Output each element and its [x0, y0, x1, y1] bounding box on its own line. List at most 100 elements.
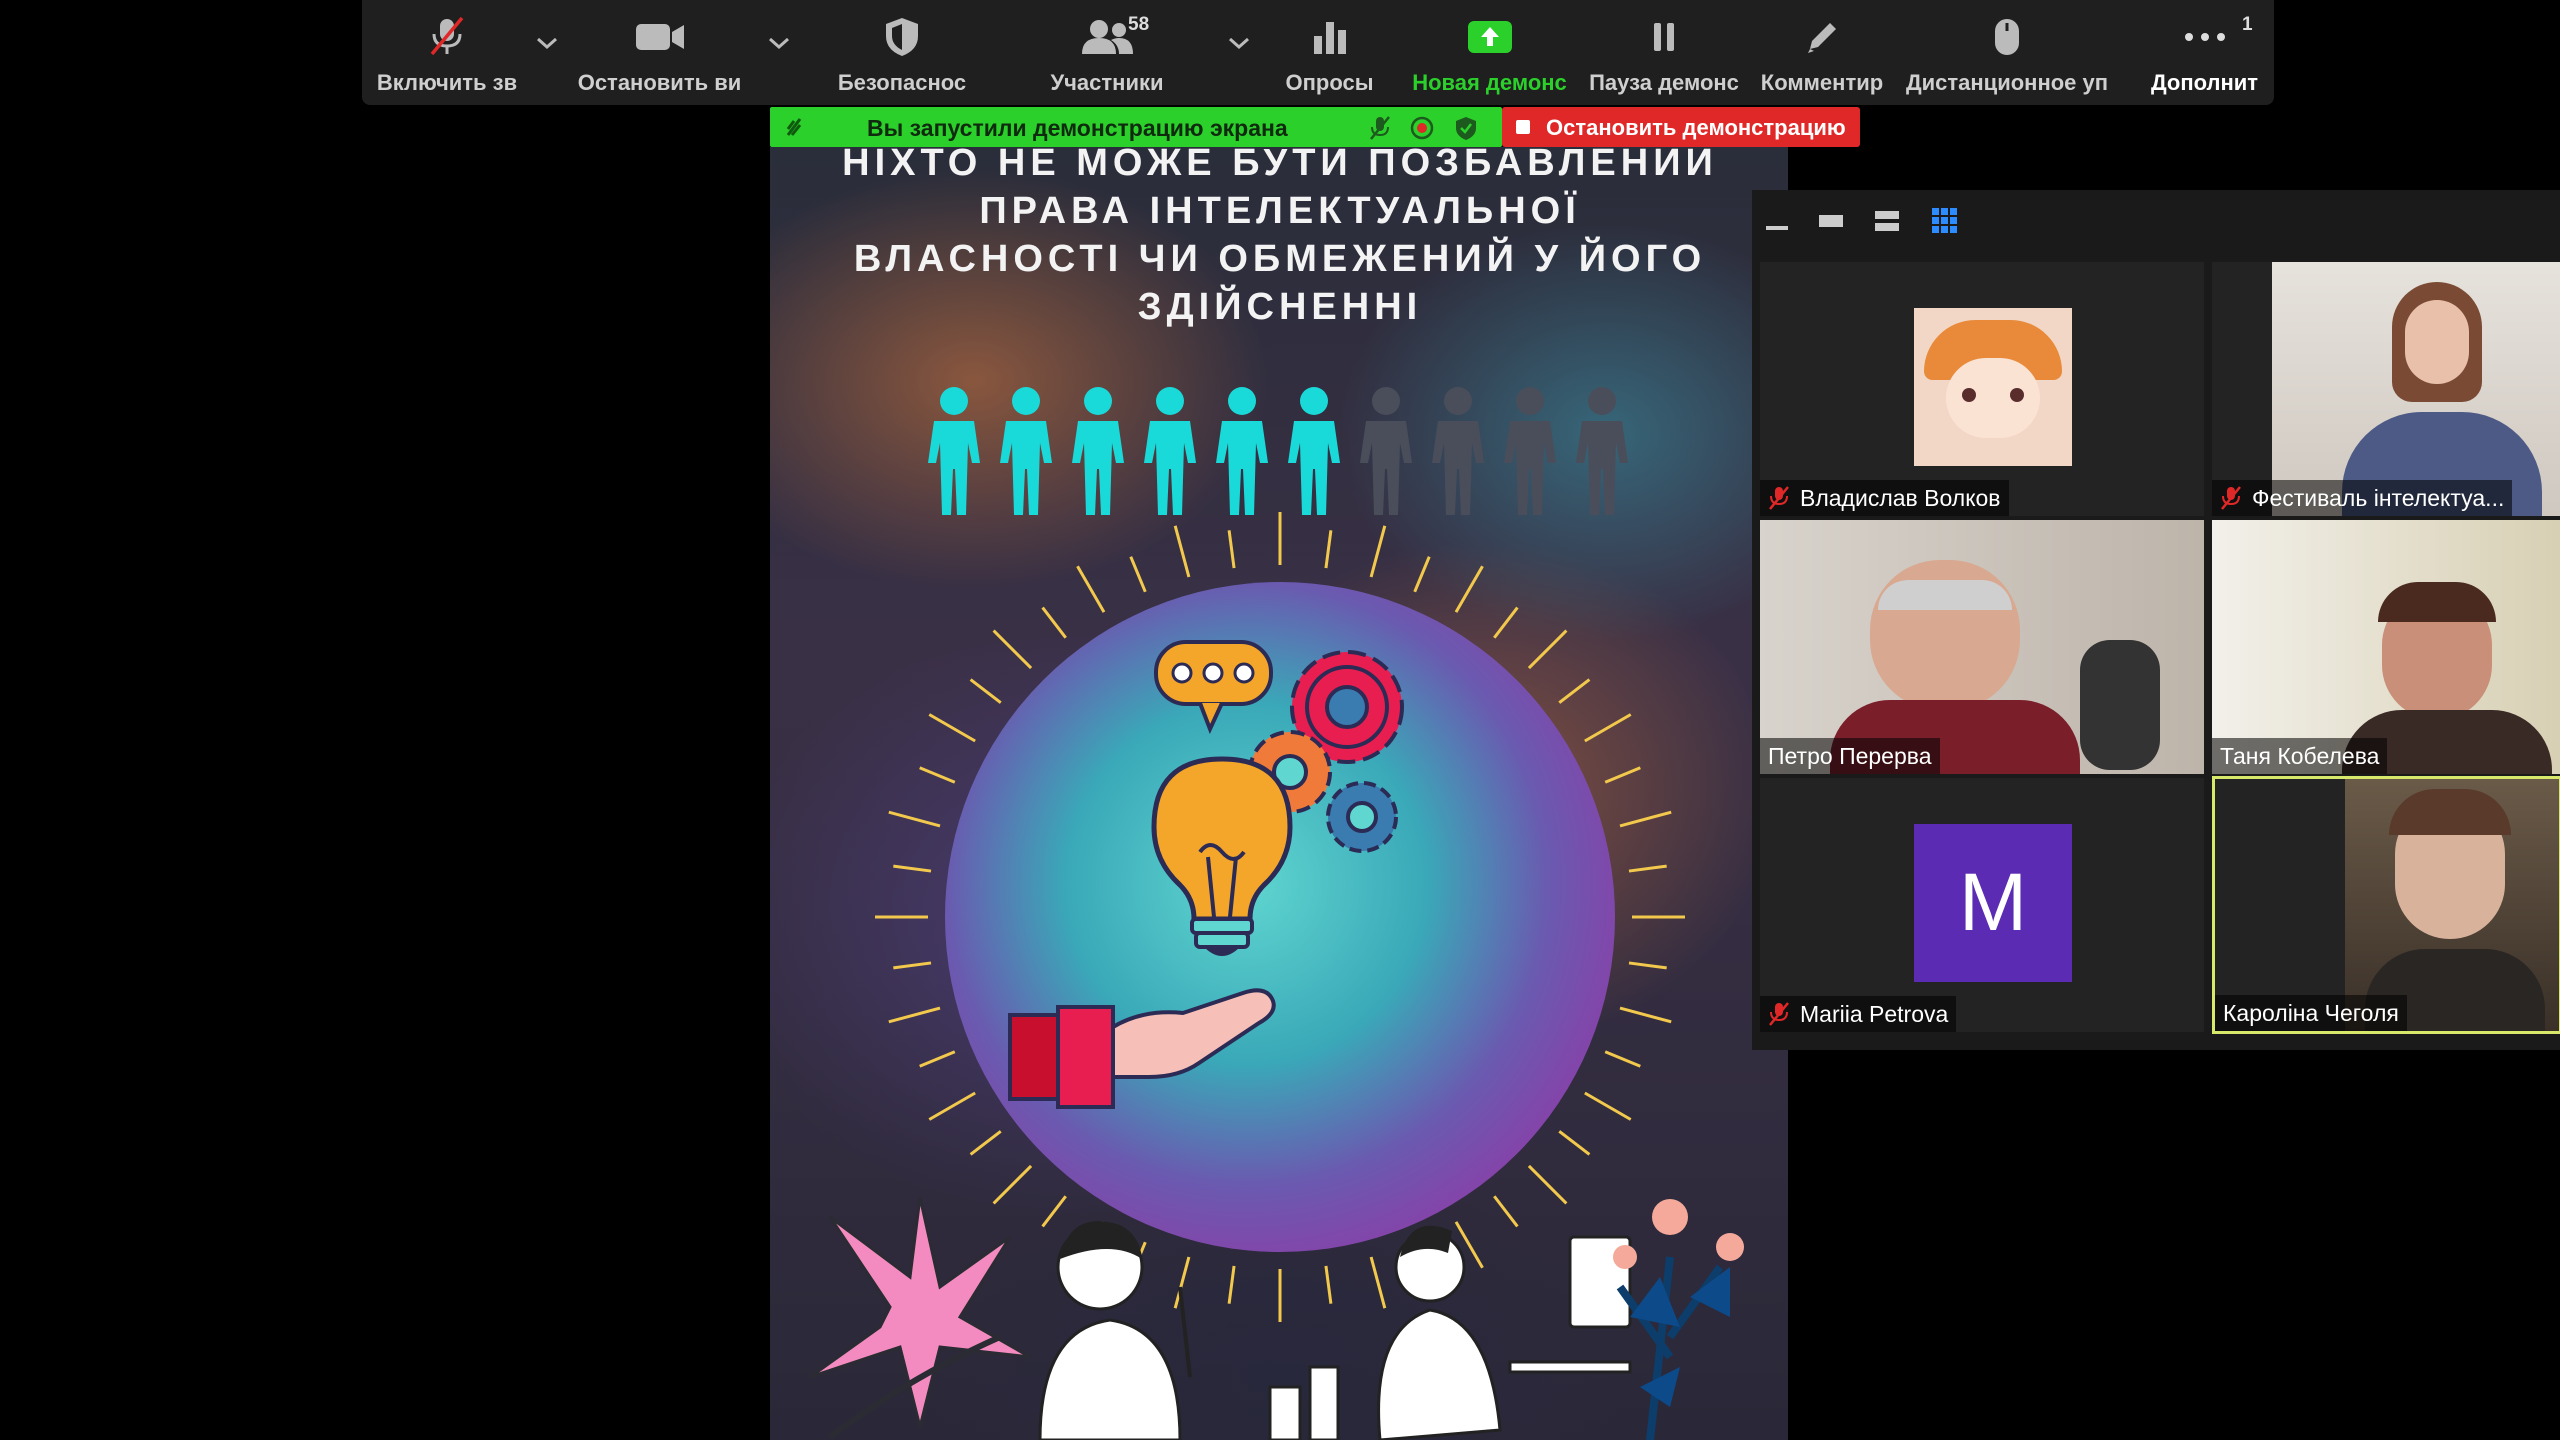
pause-share-button[interactable]: Пауза демонс [1584, 0, 1744, 105]
slide-title-line: ПРАВА ІНТЕЛЕКТУАЛЬНОЇ [979, 190, 1581, 232]
sun-ray [1584, 713, 1632, 743]
sharing-status-bar: Вы запустили демонстрацию экрана [770, 107, 1502, 147]
pencil-icon [1792, 16, 1852, 58]
unmute-button[interactable]: Включить зв [362, 0, 532, 105]
person-icon [1072, 387, 1124, 515]
person-icon [1216, 387, 1268, 515]
participant-video [1760, 520, 2204, 774]
shared-slide: НІХТО НЕ МОЖЕ БУТИ ПОЗБАВЛЕНИЙ ПРАВА ІНТ… [770, 147, 1788, 1440]
more-count: 1 [2242, 14, 2253, 35]
participant-video [2212, 520, 2560, 774]
sun-ray [928, 713, 976, 743]
cartoon-avatar-image [1914, 308, 2072, 466]
sun-ray [1604, 1050, 1641, 1068]
participants-button[interactable]: 58 Участники [1002, 0, 1212, 105]
pink-lily-flower [809, 1197, 1031, 1440]
sun-ray [1527, 629, 1568, 670]
person-icon [1576, 387, 1628, 515]
people-row-illustration [928, 387, 1628, 515]
sun-ray [992, 629, 1033, 670]
globe [945, 582, 1615, 1252]
sun-ray [1041, 606, 1067, 639]
person-icon [1504, 387, 1556, 515]
person-icon [1288, 387, 1340, 515]
participant-name-label: Фестиваль інтелектуа... [2212, 480, 2513, 516]
meeting-toolbar: Включить зв Остановить ви Безопаснос 58 … [362, 0, 2274, 105]
participant-initial-avatar: M [1914, 824, 2072, 982]
participant-tile[interactable]: Фестиваль інтелектуа... [2212, 262, 2560, 516]
strip-view-icon[interactable] [1870, 204, 1904, 238]
stop-share-button[interactable]: Остановить демонстрацию [1502, 107, 1860, 147]
sun-ray [919, 1050, 956, 1068]
bottom-illustration [809, 1197, 1744, 1440]
sun-ray [1619, 810, 1672, 828]
participant-tile[interactable]: Петро Перерва [1760, 520, 2204, 774]
chevron-down-icon [537, 37, 557, 50]
sun-ray [1493, 606, 1519, 639]
sun-ray [1628, 961, 1667, 970]
sun-ray [1369, 525, 1387, 578]
more-button[interactable]: 1 Дополнит [2142, 0, 2267, 105]
remote-control-button[interactable]: Дистанционное уп [1897, 0, 2117, 105]
participant-name-label: Таня Кобелева [2212, 738, 2388, 774]
speaker-view-icon[interactable] [1814, 204, 1848, 238]
video-options-caret[interactable] [762, 28, 796, 58]
person-icon [1360, 387, 1412, 515]
chevron-down-icon [1229, 37, 1249, 50]
slide-title-line: ВЛАСНОСТІ ЧИ ОБМЕЖЕНИЙ У ЙОГО [853, 238, 1707, 280]
sun-ray [1227, 530, 1236, 569]
record-icon[interactable] [1410, 116, 1434, 140]
polls-button[interactable]: Опросы [1262, 0, 1397, 105]
drag-handle-icon[interactable] [782, 115, 806, 139]
minimize-view-icon[interactable] [1760, 204, 1794, 238]
muted-mic-icon [2221, 486, 2241, 510]
security-button[interactable]: Безопаснос [802, 0, 1002, 105]
audio-options-caret[interactable] [530, 28, 564, 58]
new-share-button[interactable]: Новая демонс [1402, 0, 1577, 105]
participant-video [2272, 262, 2560, 516]
sun-ray [1558, 1130, 1591, 1156]
mouse-icon [1977, 16, 2037, 58]
shield-check-icon[interactable] [1454, 115, 1478, 141]
video-camera-icon [630, 16, 690, 58]
sun-ray [969, 678, 1002, 704]
sun-ray [1076, 565, 1106, 613]
participant-name-label: Кароліна Чеголя [2215, 995, 2407, 1031]
participant-video [2345, 779, 2559, 1031]
stop-video-button[interactable]: Остановить ви [572, 0, 747, 105]
gallery-view-controls [1752, 190, 2560, 250]
participant-tile[interactable]: M Mariia Petrova [1760, 778, 2204, 1032]
sun-ray [888, 810, 941, 828]
person-painting-illustration [1038, 1221, 1340, 1440]
participants-count: 58 [1128, 14, 1150, 35]
participant-name-label: Владислав Волков [1760, 480, 2009, 516]
person-icon [928, 387, 980, 515]
participant-tile[interactable]: Таня Кобелева [2212, 520, 2560, 774]
sun-ray [1628, 864, 1667, 873]
sun-ray [928, 1091, 976, 1121]
slide-title: НІХТО НЕ МОЖЕ БУТИ ПОЗБАВЛЕНИЙ ПРАВА ІНТ… [810, 147, 1750, 331]
sun-ray [1619, 1006, 1672, 1024]
sun-ray [1173, 525, 1191, 578]
slide-title-line: ЗДІЙСНЕННІ [1137, 286, 1423, 328]
sun-ray [1584, 1091, 1632, 1121]
participant-gallery: Владислав Волков Фестиваль інтелектуа...… [1752, 190, 2560, 1050]
person-icon [1000, 387, 1052, 515]
participant-tile[interactable]: Владислав Волков [1760, 262, 2204, 516]
sun-ray [893, 864, 932, 873]
participant-tile-active-speaker[interactable]: Кароліна Чеголя [2212, 776, 2560, 1034]
person-icon [1144, 387, 1196, 515]
muted-mic-icon[interactable] [1368, 115, 1392, 141]
sharing-status-text: Вы запустили демонстрацию экрана [867, 115, 1288, 141]
sun-ray [1558, 678, 1591, 704]
sun-ray [893, 961, 932, 970]
shield-icon [872, 16, 932, 58]
participants-options-caret[interactable] [1222, 28, 1256, 58]
annotate-button[interactable]: Комментир [1747, 0, 1897, 105]
gallery-grid-icon[interactable] [1928, 204, 1962, 238]
more-dots-icon [2175, 16, 2235, 58]
sun-ray [1413, 556, 1431, 593]
sun-ray [1324, 530, 1333, 569]
chevron-down-icon [769, 37, 789, 50]
muted-mic-icon [417, 16, 477, 58]
